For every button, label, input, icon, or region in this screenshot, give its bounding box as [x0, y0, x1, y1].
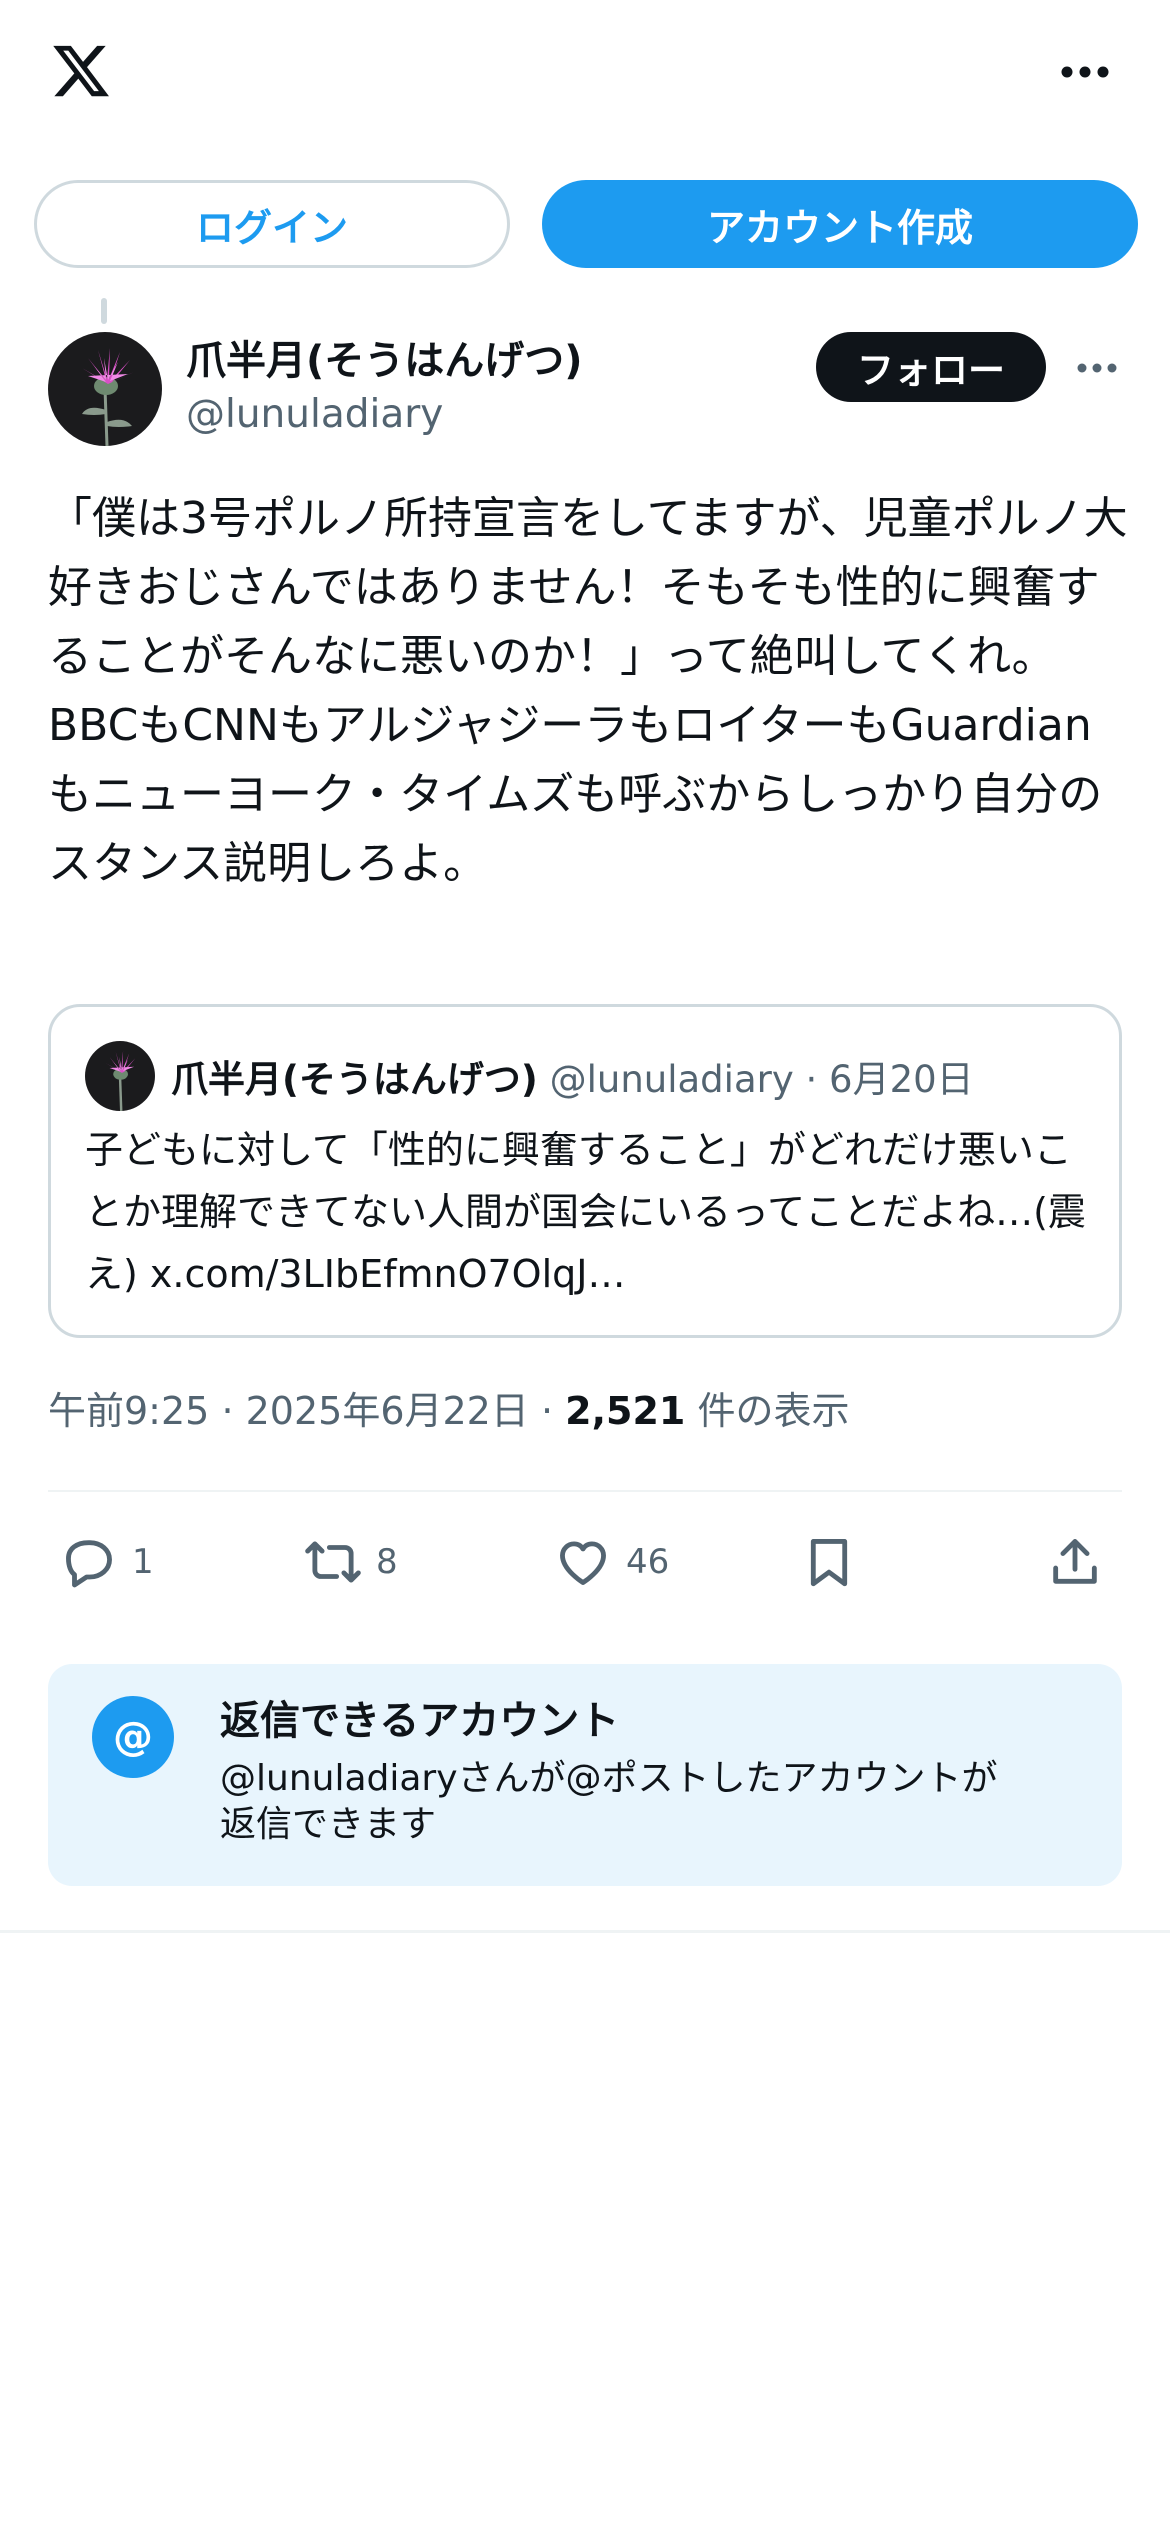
- post-more-icon[interactable]: [1076, 362, 1118, 374]
- views-count: 2,521: [565, 1389, 686, 1433]
- repost-icon: [305, 1541, 361, 1583]
- share-icon: [1053, 1539, 1097, 1584]
- post-date[interactable]: 2025年6月22日: [246, 1389, 529, 1433]
- like-button[interactable]: 46: [554, 1530, 669, 1594]
- post-metadata: 午前9:25 · 2025年6月22日 · 2,521 件の表示: [48, 1380, 849, 1435]
- follow-button[interactable]: フォロー: [816, 332, 1046, 402]
- reply-icon: [66, 1540, 112, 1588]
- views-label: 件の表示: [697, 1389, 850, 1433]
- quoted-author-handle: @lunuladiary: [549, 1058, 794, 1101]
- x-logo-icon[interactable]: [48, 40, 114, 102]
- thread-connector-line: [101, 298, 107, 324]
- reply-restriction-title: 返信できるアカウント: [220, 1698, 620, 1744]
- author-handle[interactable]: @lunuladiary: [186, 392, 443, 437]
- meta-separator: ·: [540, 1389, 554, 1433]
- thistle-avatar-image: [85, 1041, 155, 1111]
- like-icon: [560, 1541, 606, 1585]
- reply-button[interactable]: 1: [60, 1530, 154, 1594]
- author-avatar[interactable]: [48, 332, 162, 446]
- top-bar: [0, 0, 1170, 150]
- share-button[interactable]: [1046, 1530, 1104, 1594]
- quoted-post-card[interactable]: 爪半月(そうはんげつ) @lunuladiary · 6月20日 子どもに対して…: [48, 1004, 1122, 1338]
- action-divider: [48, 1490, 1122, 1492]
- quoted-post-header: 爪半月(そうはんげつ) @lunuladiary · 6月20日: [171, 1049, 974, 1103]
- post-time[interactable]: 午前9:25: [48, 1389, 209, 1433]
- bookmark-icon: [810, 1539, 848, 1587]
- repost-count: 8: [376, 1542, 398, 1582]
- reply-restriction-description: @lunuladiaryさんが@ポストしたアカウントが 返信できます: [220, 1758, 998, 1845]
- login-button[interactable]: ログイン: [34, 180, 510, 268]
- quoted-author-name: 爪半月(そうはんげつ): [171, 1058, 538, 1101]
- section-divider: [0, 1930, 1170, 1933]
- post-text: 「僕は3号ポルノ所持宣言をしてますが、児童ポルノ大好きおじさんではありません！そ…: [48, 493, 1128, 889]
- author-name[interactable]: 爪半月(そうはんげつ): [186, 328, 583, 386]
- quoted-author-avatar: [85, 1041, 155, 1111]
- reply-count: 1: [132, 1542, 154, 1582]
- signup-button[interactable]: アカウント作成: [542, 180, 1138, 268]
- repost-button[interactable]: 8: [304, 1530, 398, 1594]
- quoted-post-text: 子どもに対して「性的に興奮すること」がどれだけ悪いことか理解できてない人間が国会…: [85, 1128, 1086, 1296]
- meta-separator: ·: [221, 1389, 234, 1433]
- like-count: 46: [626, 1542, 670, 1582]
- quoted-separator: ·: [805, 1058, 818, 1101]
- more-horizontal-icon[interactable]: [1060, 64, 1110, 80]
- reply-restriction-notice: @ 返信できるアカウント @lunuladiaryさんが@ポストしたアカウントが…: [48, 1664, 1122, 1886]
- quoted-post-date: 6月20日: [829, 1058, 974, 1101]
- bookmark-button[interactable]: [800, 1530, 858, 1594]
- thistle-avatar-image: [48, 332, 162, 446]
- at-sign-icon: @: [92, 1696, 174, 1778]
